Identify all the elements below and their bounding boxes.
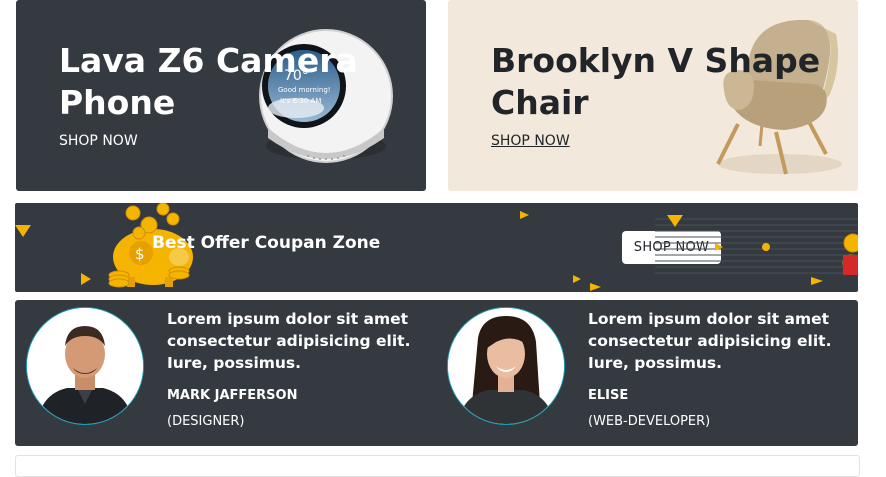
testimonial-quote: Lorem ipsum dolor sit amet consectetur a… [167, 310, 411, 372]
testimonials-section: Lorem ipsum dolor sit amet consectetur a… [15, 300, 858, 446]
testimonial-card: Lorem ipsum dolor sit amet consectetur a… [436, 300, 856, 446]
avatar [447, 307, 565, 425]
shop-now-link[interactable]: SHOP NOW [59, 133, 138, 149]
testimonial-name: ELISE [588, 388, 629, 403]
man-portrait-image [27, 308, 143, 424]
testimonial-name: MARK JAFFERSON [167, 388, 298, 403]
promo-title: Lava Z6 Camera Phone [59, 41, 358, 122]
avatar [26, 307, 144, 425]
testimonial-role: (DESIGNER) [167, 414, 245, 429]
testimonial-card: Lorem ipsum dolor sit amet consectetur a… [15, 300, 435, 446]
next-section-card [15, 455, 860, 477]
promo-card-chair[interactable]: Brooklyn V Shape Chair SHOP NOW [448, 0, 858, 191]
coupon-banner: $ Best Offer Coupan Zone SHOP NOW [15, 203, 858, 292]
testimonial-role: (WEB-DEVELOPER) [588, 414, 711, 429]
promo-title: Brooklyn V Shape Chair [491, 41, 821, 122]
coupon-decoration: $ [15, 203, 858, 291]
woman-portrait-image [448, 308, 564, 424]
coupon-title: Best Offer Coupan Zone [152, 233, 381, 253]
svg-text:$: $ [135, 245, 145, 263]
shop-now-link[interactable]: SHOP NOW [491, 133, 570, 149]
promo-card-camera-phone[interactable]: Lava Z6 Camera Phone SHOP NOW 70° Good m… [16, 0, 426, 191]
testimonial-quote: Lorem ipsum dolor sit amet consectetur a… [588, 310, 832, 372]
